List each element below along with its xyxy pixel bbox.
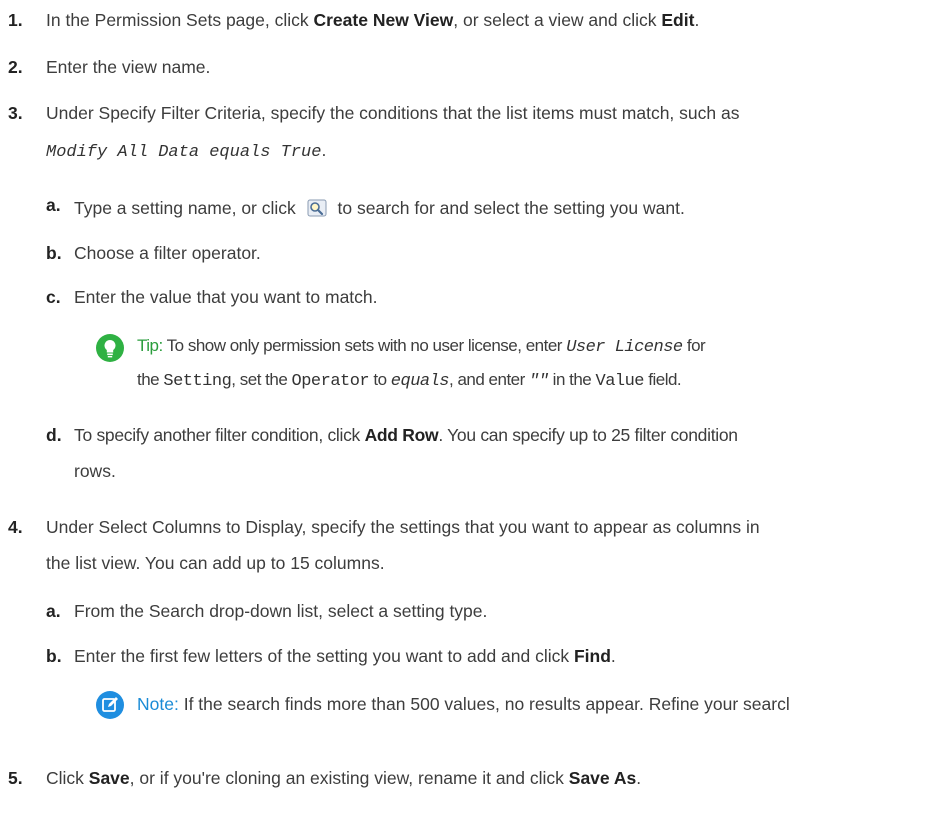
edit-note-icon <box>95 690 125 725</box>
substep-text: From the Search drop-down list, select a… <box>74 601 488 621</box>
substep-letter: c. <box>46 287 61 307</box>
bold-term: Save As <box>568 768 637 788</box>
code-text: equals <box>390 372 450 391</box>
tip-label: Tip: <box>137 336 163 355</box>
code-text: User License <box>566 338 683 357</box>
substep-text-line2: rows. <box>74 461 116 481</box>
substep-letter: b. <box>46 646 62 666</box>
substep-letter: d. <box>46 425 62 445</box>
step-text: Under Specify Filter Criteria, specify t… <box>46 103 740 123</box>
bold-term: Edit <box>661 10 695 30</box>
step-text: Under Select Columns to Display, specify… <box>46 517 760 537</box>
step-text-line2: Modify All Data equals True. <box>46 140 327 162</box>
step-text: Click Save, or if you're cloning an exis… <box>46 768 642 788</box>
substep-text: To specify another filter condition, cli… <box>74 425 738 445</box>
tip-line-2: the Setting, set the Operator to equals,… <box>137 370 682 391</box>
substep-letter: a. <box>46 601 61 621</box>
bold-term: Find <box>573 646 611 666</box>
note-text: Note: If the search finds more than 500 … <box>137 694 790 714</box>
substep-text: Choose a filter operator. <box>74 243 261 263</box>
code-text: Value <box>595 372 645 391</box>
note-label: Note: <box>137 694 179 714</box>
code-text: Setting <box>163 372 232 391</box>
step-number: 5. <box>8 768 23 788</box>
tip-line-1: Tip: To show only permission sets with n… <box>137 336 706 357</box>
lightbulb-icon <box>95 333 125 368</box>
step-number: 4. <box>8 517 23 537</box>
bold-term: Create New View <box>313 10 454 30</box>
code-text: Operator <box>291 372 370 391</box>
substep-text: Enter the value that you want to match. <box>74 287 378 307</box>
substep-letter: a. <box>46 195 61 215</box>
substep-letter: b. <box>46 243 62 263</box>
step-number: 3. <box>8 103 23 123</box>
step-number: 1. <box>8 10 23 30</box>
bold-term: Save <box>88 768 130 788</box>
lookup-search-icon[interactable] <box>307 199 327 222</box>
substep-text: Type a setting name, or click to search … <box>74 197 685 222</box>
step-text: In the Permission Sets page, click Creat… <box>46 10 700 30</box>
code-text: "" <box>529 372 549 391</box>
step-text-line2: the list view. You can add up to 15 colu… <box>46 553 385 573</box>
bold-term: Add Row <box>364 425 439 445</box>
step-number: 2. <box>8 57 23 77</box>
substep-text: Enter the first few letters of the setti… <box>74 646 616 666</box>
step-text: Enter the view name. <box>46 57 211 77</box>
code-text: Modify All Data equals True <box>46 143 322 162</box>
